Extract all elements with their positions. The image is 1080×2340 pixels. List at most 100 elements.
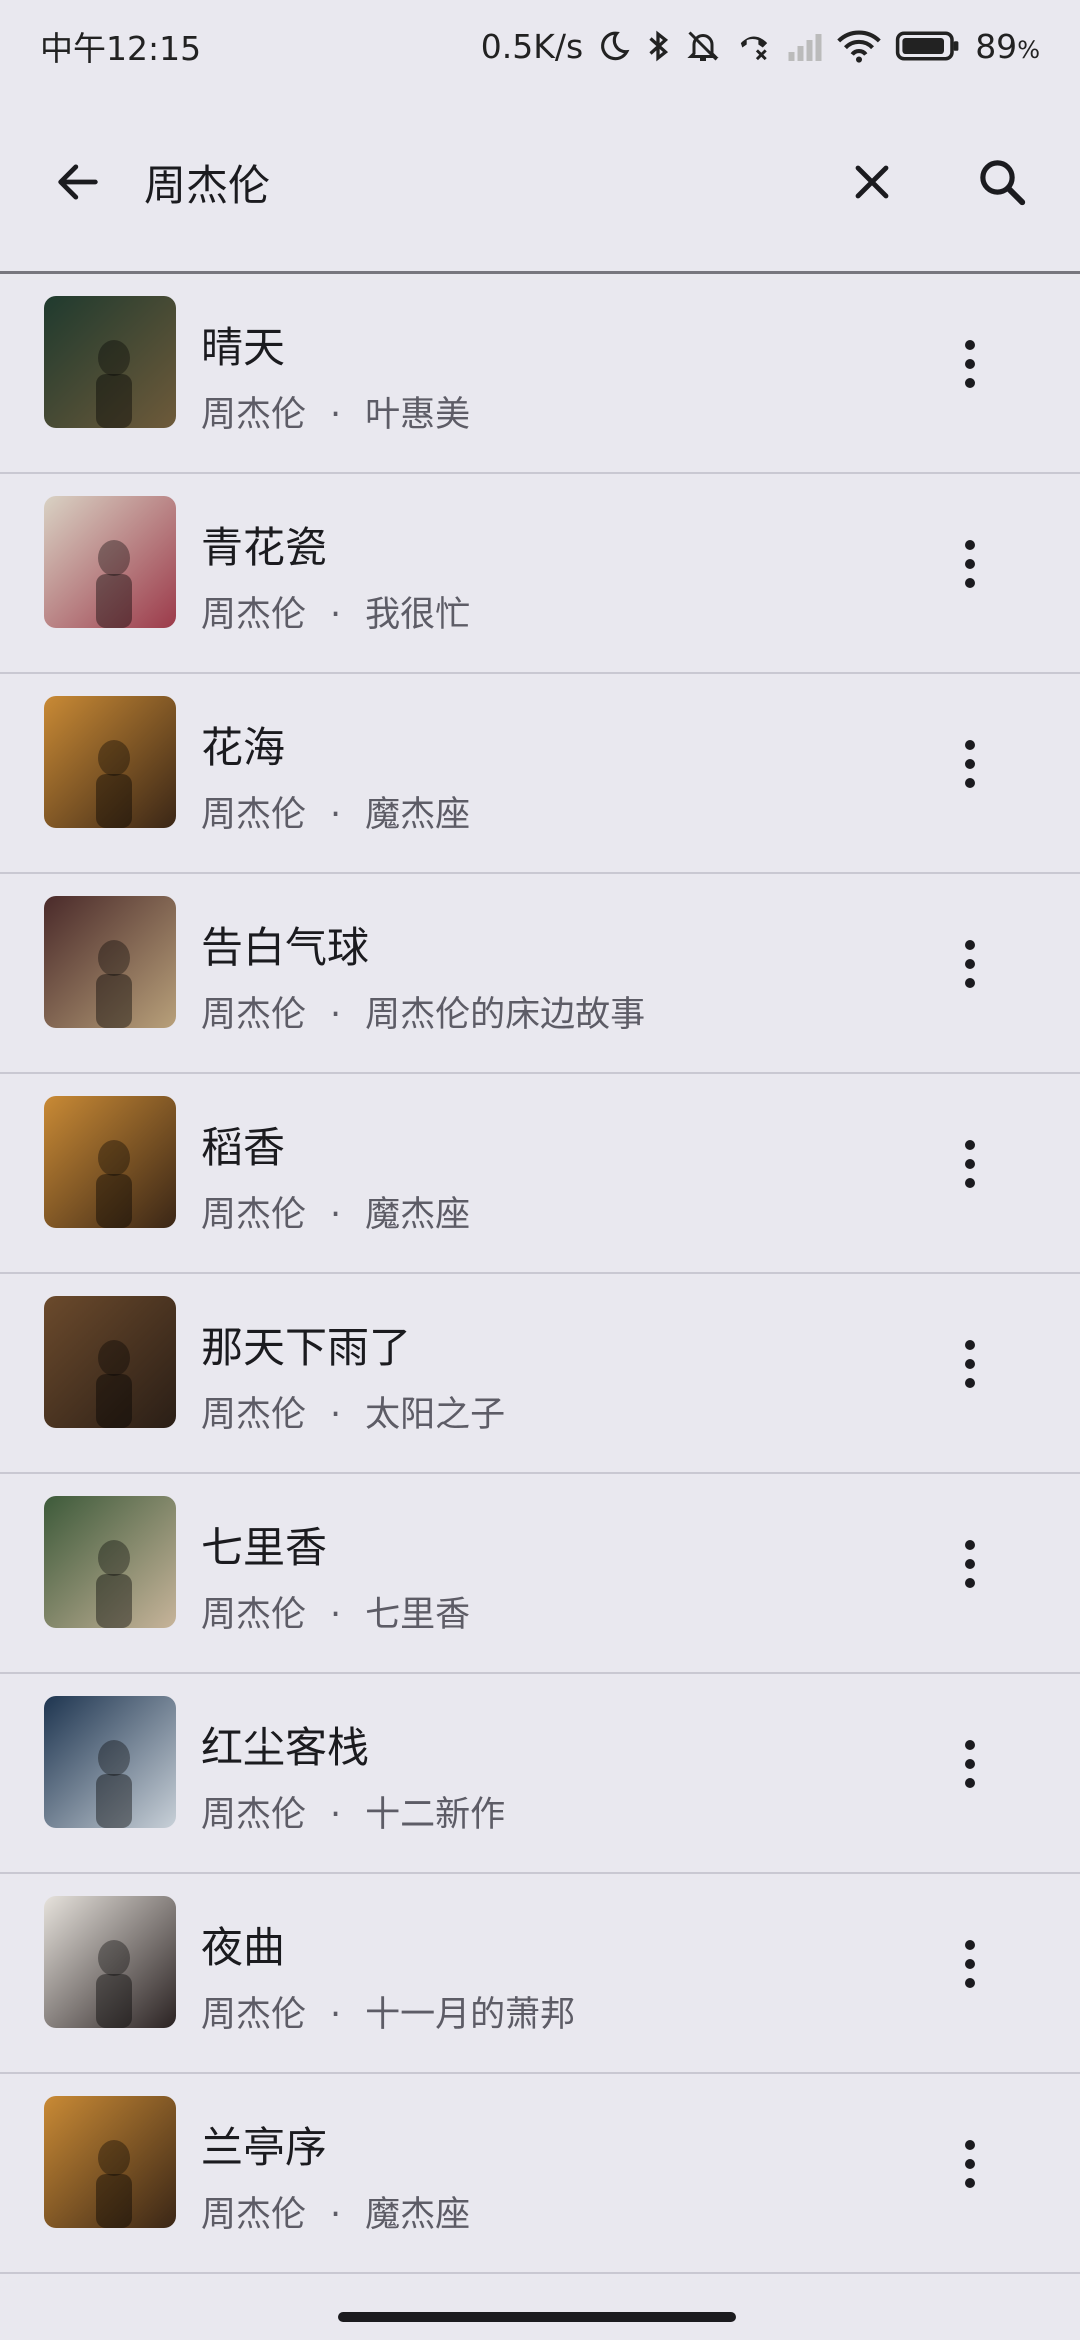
song-title: 花海 <box>201 723 286 772</box>
separator-dot: · <box>330 1395 342 1435</box>
bluetooth-icon <box>649 30 669 62</box>
song-artist: 周杰伦 <box>201 1995 307 2035</box>
wifi-icon <box>837 30 881 63</box>
more-options-button[interactable] <box>930 1114 1010 1214</box>
more-options-button[interactable] <box>930 914 1010 1014</box>
song-album: 十一月的萧邦 <box>365 1995 576 2035</box>
more-vertical-icon <box>965 940 975 950</box>
song-subtitle: 周杰伦 · 魔杰座 <box>201 1186 470 1237</box>
song-subtitle: 周杰伦 · 十一月的萧邦 <box>201 1986 575 2037</box>
more-vertical-icon <box>965 1340 975 1350</box>
song-title: 七里香 <box>201 1523 328 1572</box>
song-artist: 周杰伦 <box>201 995 307 1035</box>
song-album: 我很忙 <box>365 595 471 635</box>
search-icon <box>980 160 1026 206</box>
song-title: 那天下雨了 <box>201 1323 412 1372</box>
status-bar: 中午12:15 0.5K/s 89% <box>0 0 1080 92</box>
song-row[interactable]: 兰亭序 周杰伦 · 魔杰座 <box>0 2074 1080 2274</box>
song-album: 魔杰座 <box>365 1195 471 1235</box>
song-row[interactable]: 那天下雨了 周杰伦 · 太阳之子 <box>0 1274 1080 1474</box>
song-album: 叶惠美 <box>365 395 471 435</box>
song-subtitle: 周杰伦 · 魔杰座 <box>201 786 470 837</box>
search-input[interactable] <box>144 152 794 212</box>
status-icons: 0.5K/s 89% <box>481 27 1040 66</box>
separator-dot: · <box>330 395 342 435</box>
more-options-button[interactable] <box>930 314 1010 414</box>
clear-search-button[interactable] <box>822 132 922 232</box>
song-subtitle: 周杰伦 · 七里香 <box>201 1586 470 1637</box>
more-vertical-icon <box>965 1140 975 1150</box>
status-time: 中午12:15 <box>40 29 202 68</box>
song-album: 魔杰座 <box>365 2195 471 2235</box>
net-speed: 0.5K/s <box>480 26 584 66</box>
more-options-button[interactable] <box>930 2114 1010 2214</box>
song-row[interactable]: 七里香 周杰伦 · 七里香 <box>0 1474 1080 1674</box>
album-art <box>44 696 176 828</box>
more-vertical-icon <box>965 740 975 750</box>
search-bar <box>0 92 1080 272</box>
song-artist: 周杰伦 <box>201 2195 307 2235</box>
album-art <box>44 1496 176 1628</box>
song-album: 魔杰座 <box>365 795 471 835</box>
more-vertical-icon <box>965 2140 975 2150</box>
more-options-button[interactable] <box>930 1714 1010 1814</box>
signal-icon <box>788 34 822 61</box>
song-row[interactable]: 红尘客栈 周杰伦 · 十二新作 <box>0 1674 1080 1874</box>
separator-dot: · <box>330 1595 342 1635</box>
song-album: 太阳之子 <box>365 1395 506 1435</box>
more-options-button[interactable] <box>930 514 1010 614</box>
song-row[interactable]: 稻香 周杰伦 · 魔杰座 <box>0 1074 1080 1274</box>
song-subtitle: 周杰伦 · 太阳之子 <box>201 1386 505 1437</box>
battery-level: 89% <box>975 26 1040 66</box>
song-title: 红尘客栈 <box>201 1723 370 1772</box>
song-row[interactable]: 夜曲 周杰伦 · 十一月的萧邦 <box>0 1874 1080 2074</box>
song-title: 晴天 <box>201 323 286 372</box>
album-art <box>44 296 176 428</box>
song-row[interactable]: 晴天 周杰伦 · 叶惠美 <box>0 274 1080 474</box>
separator-dot: · <box>330 1195 342 1235</box>
album-art <box>44 1296 176 1428</box>
separator-dot: · <box>330 795 342 835</box>
song-subtitle: 周杰伦 · 魔杰座 <box>201 2186 470 2237</box>
song-album: 周杰伦的床边故事 <box>365 995 646 1035</box>
close-icon <box>855 165 889 199</box>
song-album: 七里香 <box>365 1595 471 1635</box>
song-artist: 周杰伦 <box>201 1395 307 1435</box>
separator-dot: · <box>330 995 342 1035</box>
album-art <box>44 1696 176 1828</box>
separator-dot: · <box>330 595 342 635</box>
more-vertical-icon <box>965 540 975 550</box>
battery-icon <box>896 31 959 61</box>
song-results-list: 晴天 周杰伦 · 叶惠美 青花瓷 周杰伦 · 我很忙 花海 周杰伦 · 魔杰座 … <box>0 274 1080 2274</box>
call-off-icon <box>741 36 768 61</box>
arrow-back-icon <box>58 164 98 200</box>
album-art <box>44 2096 176 2228</box>
album-art <box>44 896 176 1028</box>
album-art <box>44 1896 176 2028</box>
song-subtitle: 周杰伦 · 我很忙 <box>201 586 470 637</box>
more-options-button[interactable] <box>930 1314 1010 1414</box>
more-options-button[interactable] <box>930 1514 1010 1614</box>
song-title: 夜曲 <box>201 1923 286 1972</box>
more-options-button[interactable] <box>930 1914 1010 2014</box>
album-art <box>44 496 176 628</box>
search-button[interactable] <box>952 132 1052 232</box>
song-artist: 周杰伦 <box>201 395 307 435</box>
home-indicator[interactable] <box>338 2312 736 2322</box>
song-subtitle: 周杰伦 · 十二新作 <box>201 1786 505 1837</box>
song-title: 稻香 <box>201 1123 286 1172</box>
song-artist: 周杰伦 <box>201 1595 307 1635</box>
song-row[interactable]: 花海 周杰伦 · 魔杰座 <box>0 674 1080 874</box>
song-title: 青花瓷 <box>201 523 328 572</box>
more-vertical-icon <box>965 1740 975 1750</box>
song-artist: 周杰伦 <box>201 1795 307 1835</box>
separator-dot: · <box>330 1995 342 2035</box>
album-art <box>44 1096 176 1228</box>
more-options-button[interactable] <box>930 714 1010 814</box>
song-row[interactable]: 青花瓷 周杰伦 · 我很忙 <box>0 474 1080 674</box>
more-vertical-icon <box>965 340 975 350</box>
song-artist: 周杰伦 <box>201 1195 307 1235</box>
more-vertical-icon <box>965 1540 975 1550</box>
back-button[interactable] <box>28 132 128 232</box>
song-row[interactable]: 告白气球 周杰伦 · 周杰伦的床边故事 <box>0 874 1080 1074</box>
